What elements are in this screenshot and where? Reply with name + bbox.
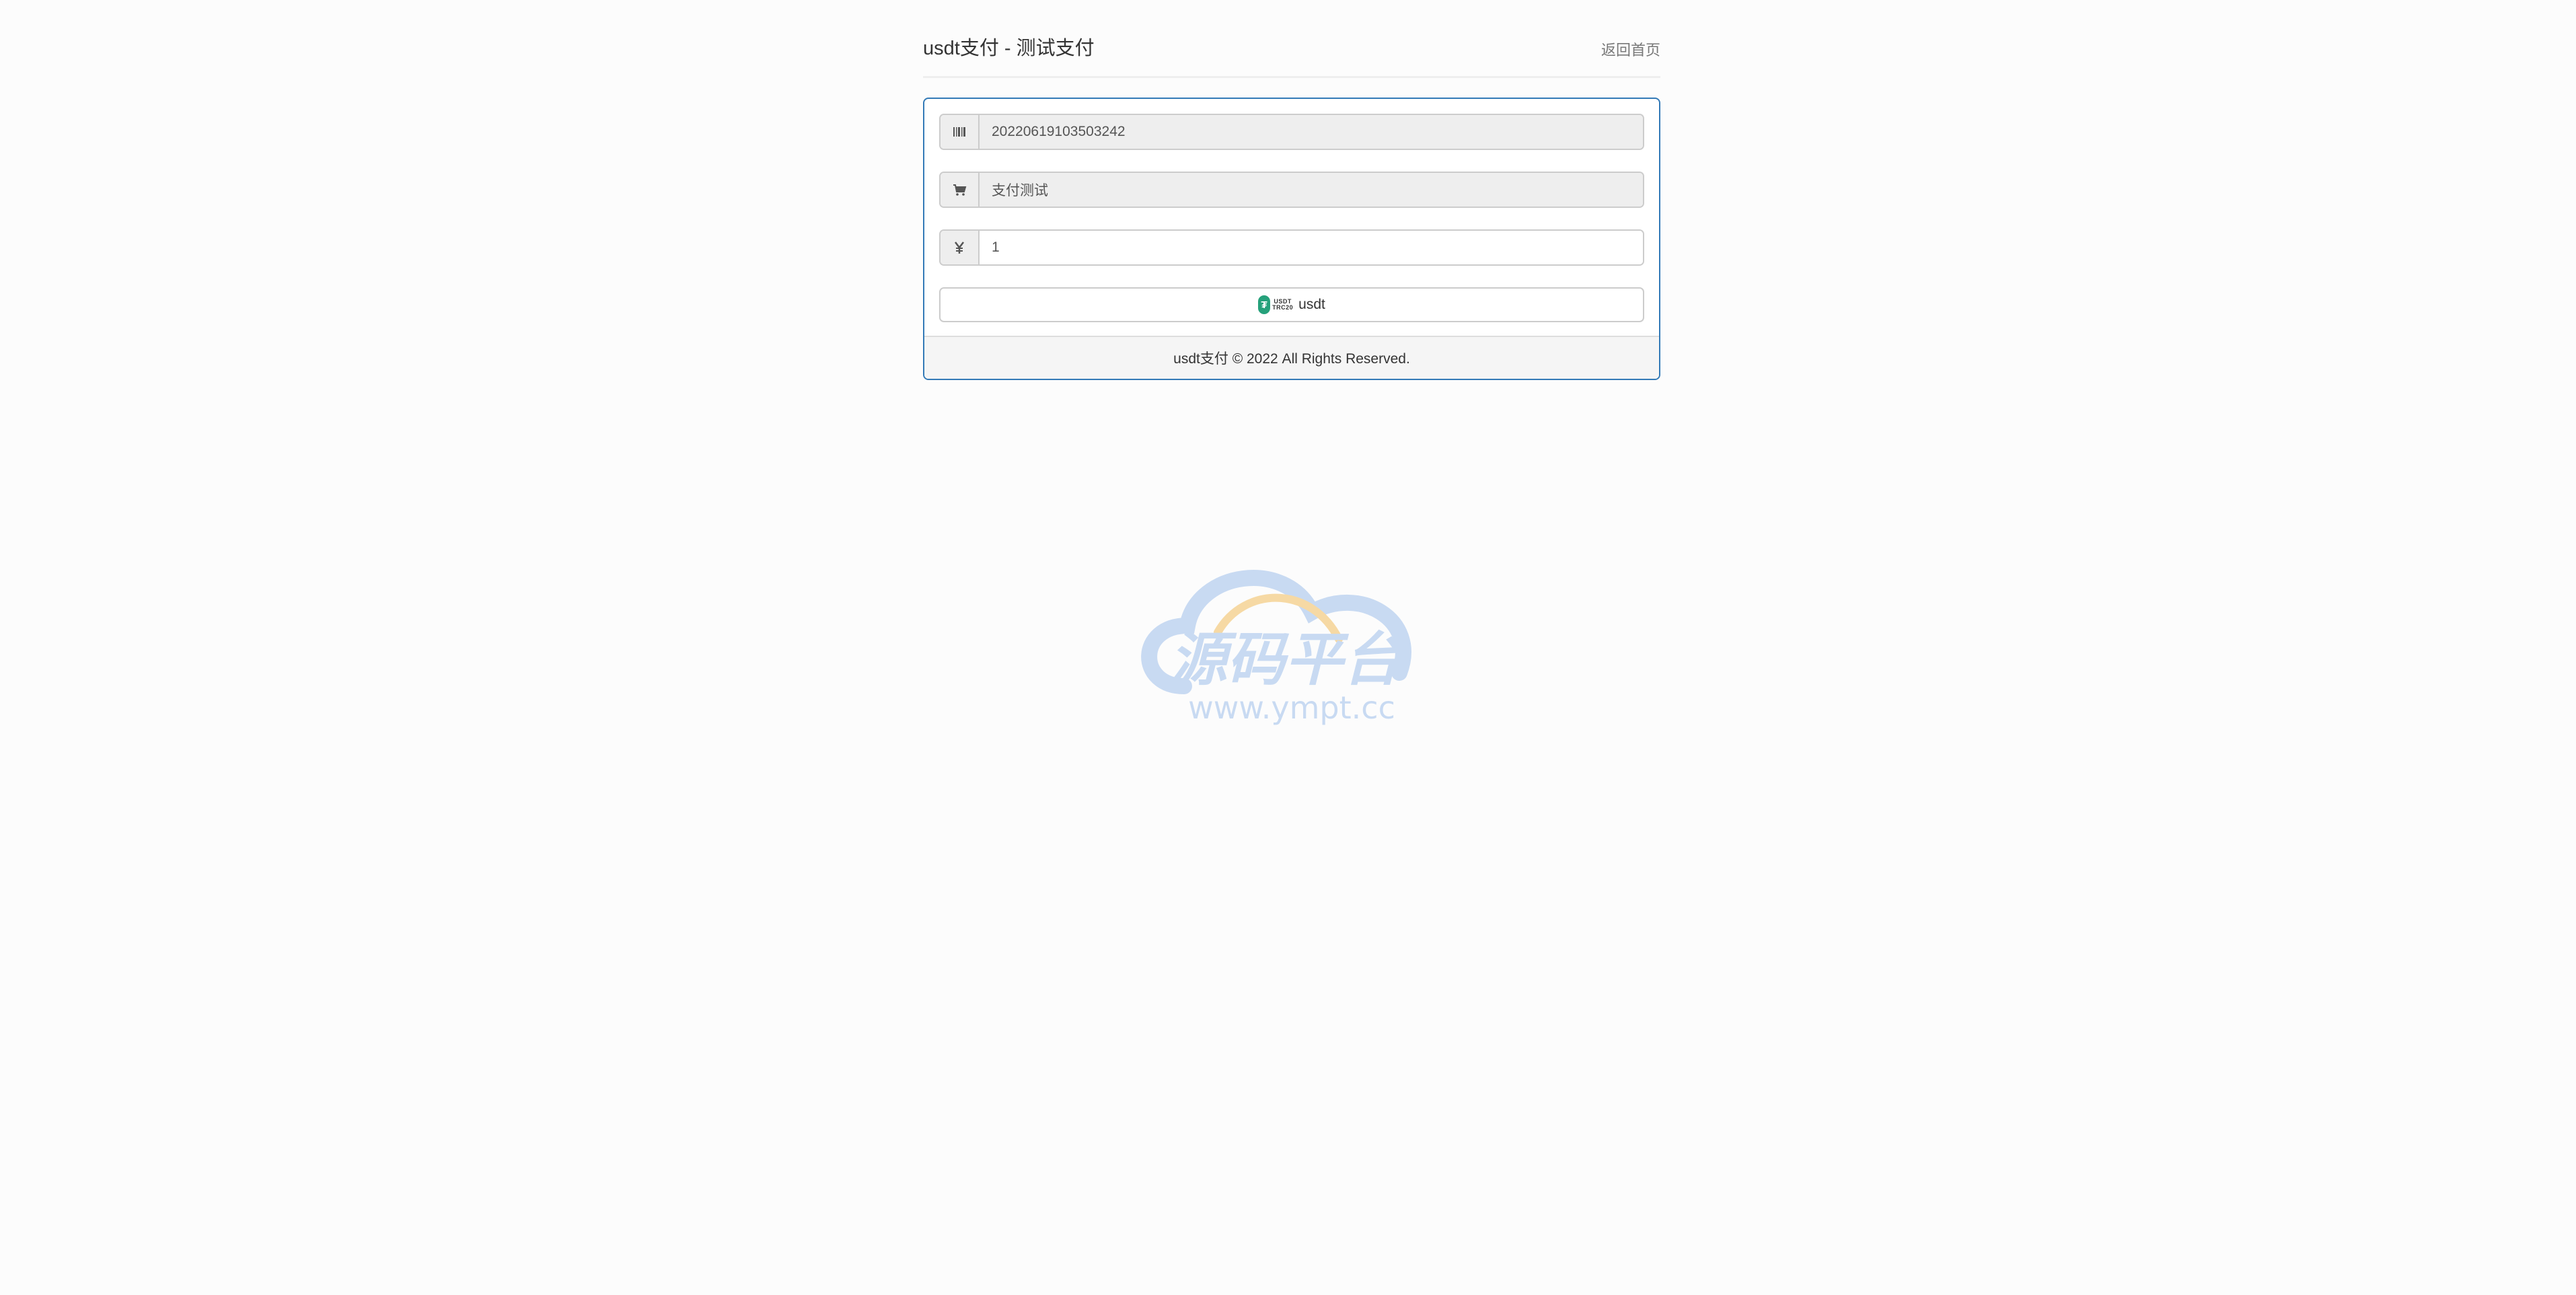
order-number-field[interactable] <box>980 115 1643 149</box>
payment-form: ₮ USDT TRC20 usdt <box>924 99 1659 322</box>
usdt-trc20-logo: ₮ USDT TRC20 <box>1258 295 1293 314</box>
usdt-logo-tags: USDT TRC20 <box>1272 299 1293 311</box>
watermark-cloud-logo: 源码平台 www.ympt.cc <box>1141 570 1411 726</box>
trc20-tag: TRC20 <box>1272 304 1294 311</box>
tether-coin-icon: ₮ <box>1258 295 1271 314</box>
home-link[interactable]: 返回首页 <box>1601 38 1660 60</box>
page-container: usdt支付 - 测试支付 返回首页 20220619103503242 支付测… <box>923 0 1660 380</box>
order-number-group <box>939 114 1644 150</box>
barcode-icon <box>941 115 980 149</box>
product-name-field[interactable] <box>980 173 1643 207</box>
payment-panel: ₮ USDT TRC20 usdt usdt支付 © 2022 All Righ… <box>923 98 1660 380</box>
amount-group <box>939 229 1644 266</box>
page-title: usdt支付 - 测试支付 <box>923 38 1095 59</box>
yen-icon <box>941 231 980 264</box>
amount-field[interactable] <box>980 231 1643 264</box>
watermark-url: www.ympt.cc <box>1188 690 1395 726</box>
copyright-text: usdt支付 © 2022 All Rights Reserved. <box>1173 351 1410 367</box>
panel-footer: usdt支付 © 2022 All Rights Reserved. <box>924 336 1659 379</box>
product-name-group <box>939 172 1644 208</box>
pay-button-label: usdt <box>1298 297 1325 312</box>
page-header: usdt支付 - 测试支付 返回首页 <box>923 0 1660 78</box>
watermark-title: 源码平台 <box>1169 626 1404 694</box>
shopping-cart-icon <box>941 173 980 207</box>
usdt-pay-button[interactable]: ₮ USDT TRC20 usdt <box>939 287 1644 322</box>
